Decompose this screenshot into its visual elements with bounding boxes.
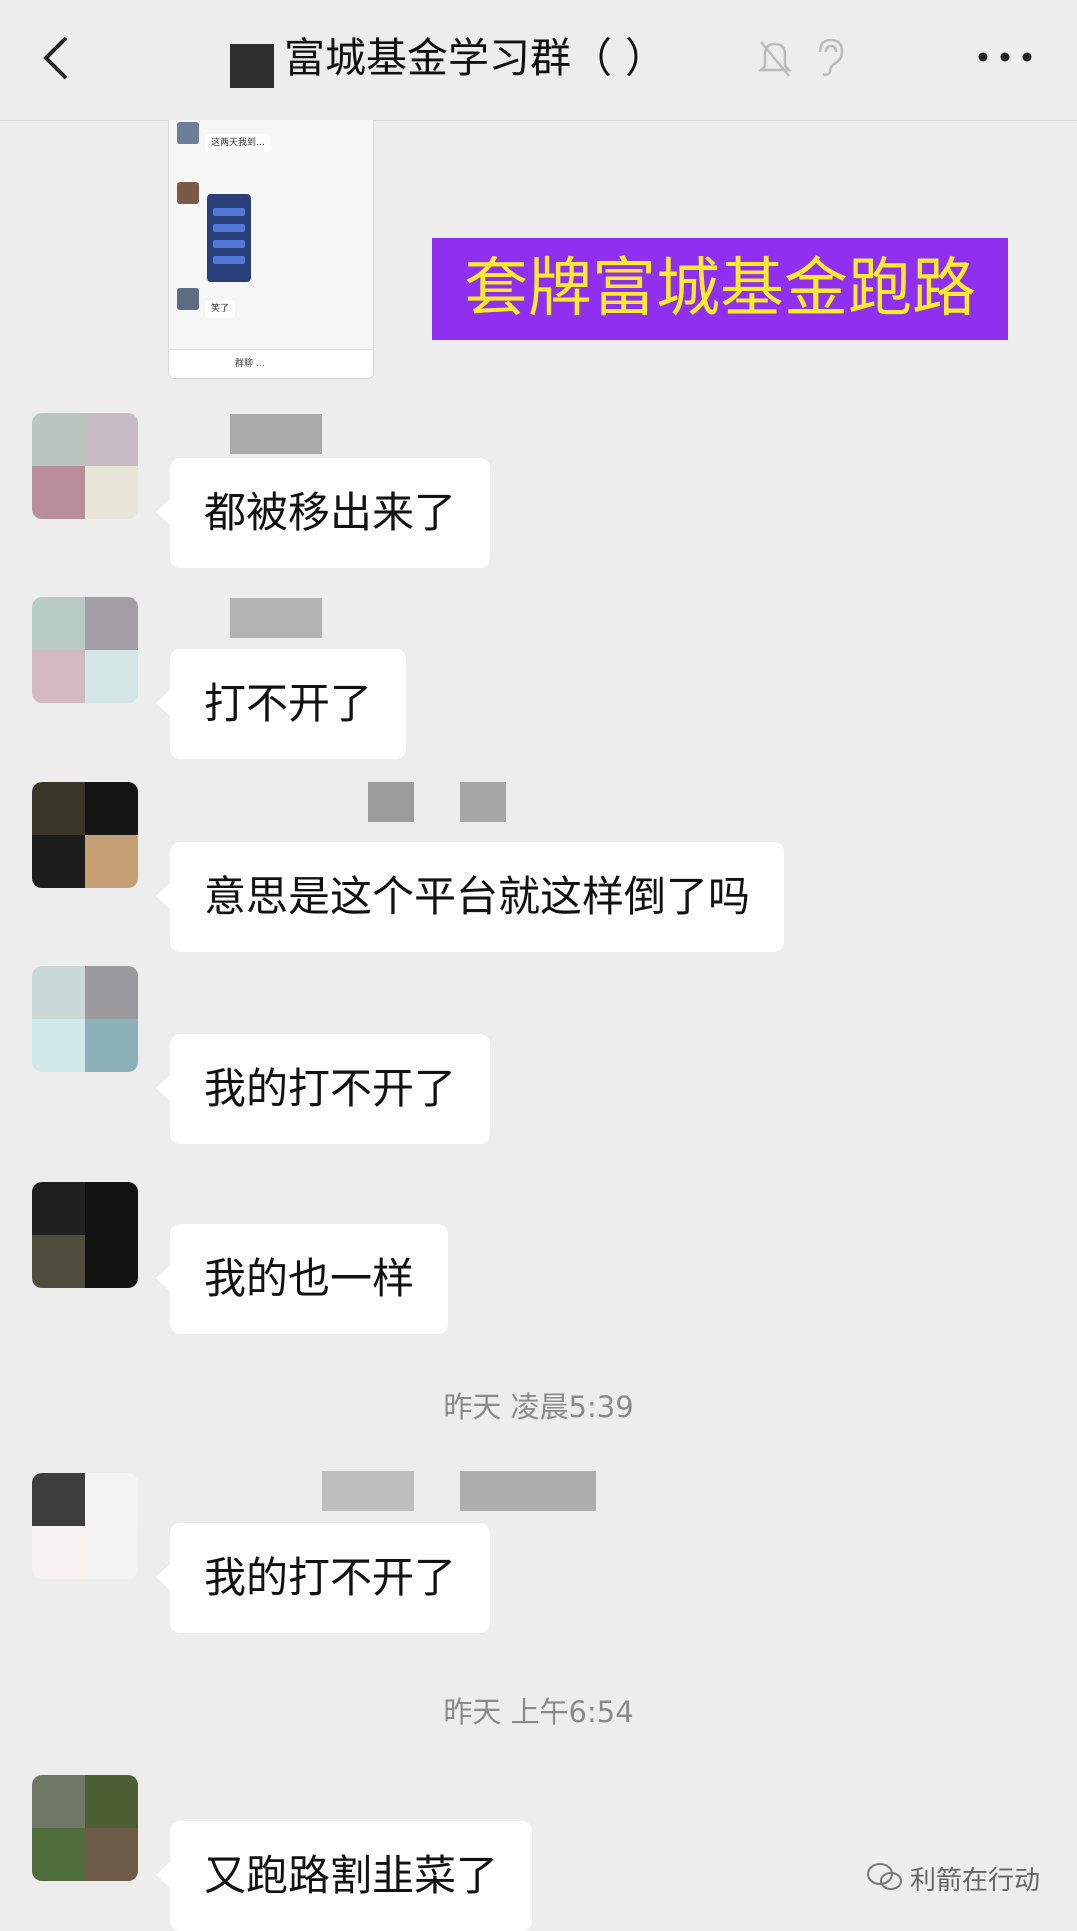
ear-icon xyxy=(818,38,844,76)
message-bubble[interactable]: 都被移出来了 xyxy=(155,458,491,568)
title-mosaic xyxy=(230,44,274,88)
more-icon[interactable] xyxy=(975,50,1035,64)
blurred-sender-name xyxy=(368,782,414,822)
message-bubble[interactable]: 我的打不开了 xyxy=(155,1034,491,1144)
mute-bell-icon xyxy=(757,41,793,77)
mini-avatar xyxy=(177,182,199,204)
mini-phone-image xyxy=(207,194,251,282)
wechat-icon xyxy=(867,1863,902,1890)
avatar[interactable] xyxy=(32,966,138,1072)
message-bubble[interactable]: 我的打不开了 xyxy=(155,1523,491,1633)
mini-avatar xyxy=(177,288,199,310)
timestamp: 昨天 凌晨5:39 xyxy=(443,1390,634,1424)
mini-input-label: 群聊 … xyxy=(235,359,265,369)
shared-screenshot-image[interactable]: 这两天我到… 笑了 群聊 … xyxy=(168,120,374,379)
blurred-sender-name xyxy=(322,1471,414,1511)
mini-input-bar: 群聊 … xyxy=(169,349,373,378)
blurred-sender-name xyxy=(230,598,322,638)
avatar[interactable] xyxy=(32,1775,138,1881)
blurred-sender-name xyxy=(460,782,506,822)
chat-title[interactable]: 富城基金学习群（ ） xyxy=(284,30,666,86)
mini-avatar xyxy=(177,122,199,144)
timestamp: 昨天 上午6:54 xyxy=(443,1695,634,1729)
avatar[interactable] xyxy=(32,1473,138,1579)
watermark: 利箭在行动 xyxy=(910,1866,1041,1896)
chat-header: 富城基金学习群（ ） xyxy=(0,0,1077,121)
message-bubble[interactable]: 我的也一样 xyxy=(155,1224,449,1334)
message-bubble[interactable]: 又跑路割韭菜了 xyxy=(155,1821,533,1931)
back-icon[interactable] xyxy=(38,34,74,82)
avatar[interactable] xyxy=(32,1182,138,1288)
blurred-sender-name xyxy=(460,1471,596,1511)
overlay-banner: 套牌富城基金跑路 xyxy=(432,238,1008,340)
mini-message: 笑了 xyxy=(205,300,236,318)
message-bubble[interactable]: 打不开了 xyxy=(155,649,407,759)
mini-message: 这两天我到… xyxy=(205,134,272,152)
blurred-sender-name xyxy=(230,414,322,454)
avatar[interactable] xyxy=(32,597,138,703)
avatar[interactable] xyxy=(32,413,138,519)
avatar[interactable] xyxy=(32,782,138,888)
message-bubble[interactable]: 意思是这个平台就这样倒了吗 xyxy=(155,842,785,952)
